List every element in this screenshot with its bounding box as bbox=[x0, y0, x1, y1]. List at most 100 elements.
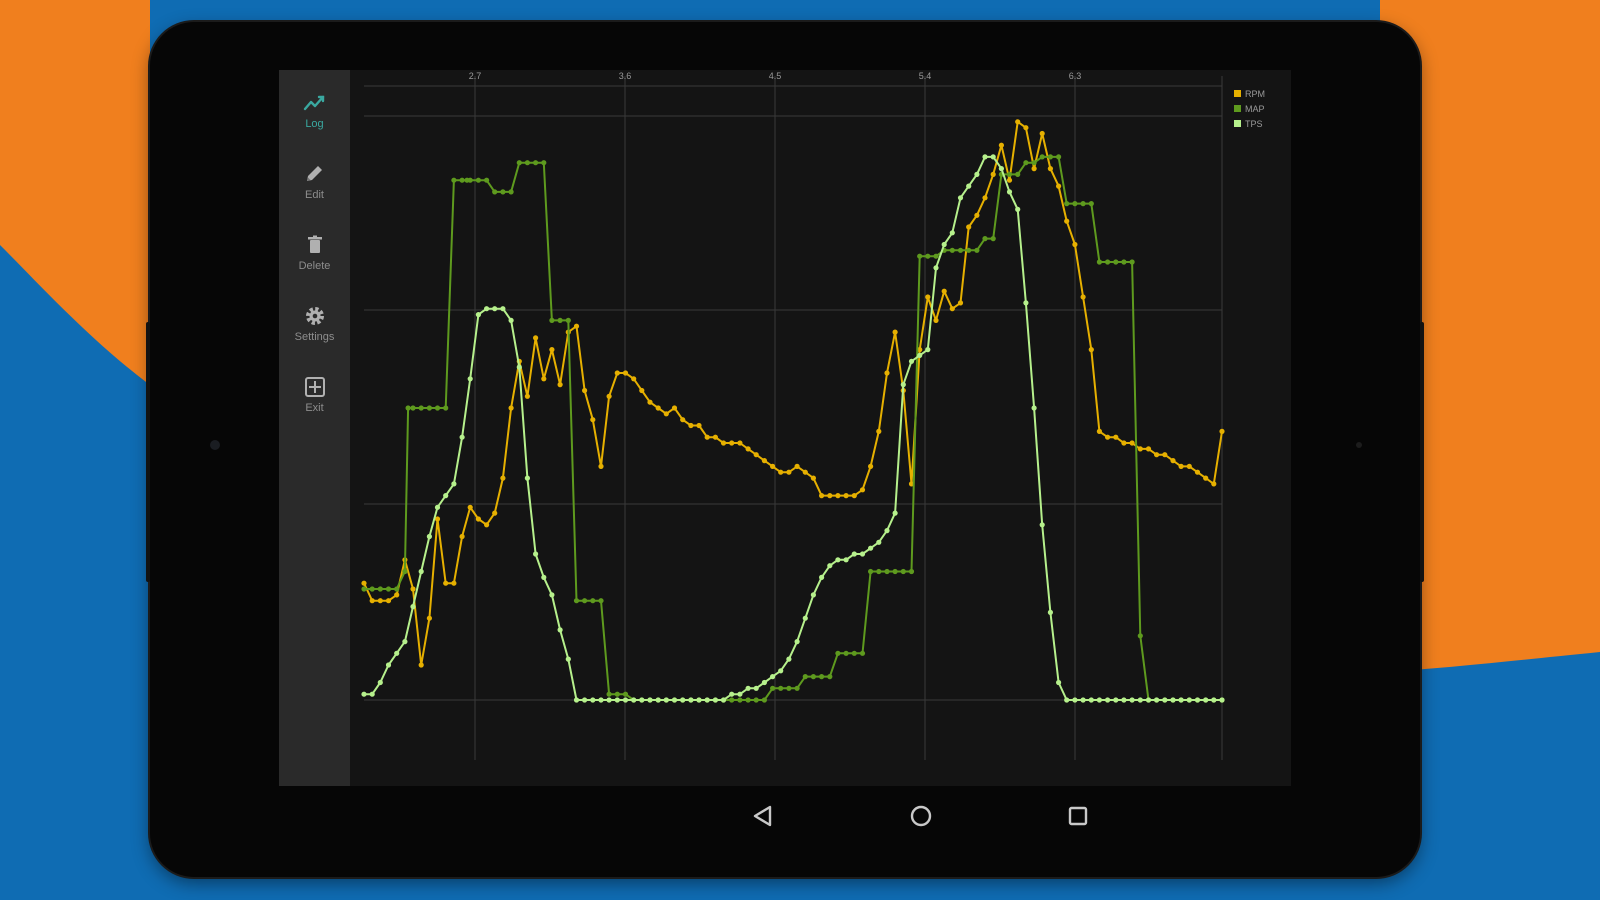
data-point-map bbox=[434, 405, 441, 411]
data-point-map bbox=[835, 650, 841, 656]
chart-grid: 2.7 3.6 4.5 5.4 6.3 bbox=[364, 71, 1223, 760]
data-point-map bbox=[582, 598, 588, 604]
tablet-sensor bbox=[1356, 442, 1362, 448]
data-point-rpm bbox=[1088, 347, 1094, 353]
recents-icon[interactable] bbox=[1060, 798, 1096, 834]
data-point-tps bbox=[737, 691, 743, 697]
data-point-tps bbox=[377, 679, 383, 686]
data-point-rpm bbox=[671, 405, 678, 411]
data-point-map bbox=[1137, 633, 1143, 639]
data-point-map bbox=[1023, 160, 1029, 166]
data-point-rpm bbox=[1096, 428, 1102, 434]
data-point-map bbox=[884, 568, 890, 575]
data-point-rpm bbox=[1047, 166, 1053, 172]
data-point-tps bbox=[361, 691, 367, 697]
trash-icon bbox=[307, 235, 322, 253]
data-point-tps bbox=[696, 697, 702, 703]
home-icon[interactable] bbox=[903, 798, 939, 834]
data-point-map bbox=[1096, 259, 1102, 265]
data-point-tps bbox=[1006, 189, 1013, 195]
data-point-map bbox=[500, 189, 506, 195]
data-point-tps bbox=[680, 697, 686, 703]
data-point-tps bbox=[688, 697, 694, 703]
data-point-map bbox=[933, 253, 939, 259]
data-point-tps bbox=[957, 195, 964, 201]
data-point-rpm bbox=[761, 458, 767, 464]
gear-icon bbox=[305, 307, 324, 325]
sidebar-item-edit[interactable]: Edit bbox=[279, 163, 350, 225]
chart-series bbox=[361, 119, 1225, 703]
data-point-tps bbox=[745, 685, 751, 691]
data-point-tps bbox=[418, 568, 424, 575]
data-point-map bbox=[1080, 201, 1086, 207]
data-point-map bbox=[451, 177, 457, 183]
sidebar-item-label: Settings bbox=[294, 331, 335, 343]
data-point-rpm bbox=[786, 469, 792, 475]
data-point-rpm bbox=[974, 212, 980, 218]
sidebar-item-delete[interactable]: Delete bbox=[279, 234, 350, 296]
data-point-tps bbox=[639, 697, 645, 703]
back-icon[interactable] bbox=[745, 798, 781, 834]
data-point-rpm bbox=[606, 393, 612, 399]
data-point-rpm bbox=[582, 387, 588, 394]
data-point-map bbox=[1031, 160, 1037, 166]
data-point-rpm bbox=[541, 376, 547, 382]
data-point-rpm bbox=[737, 440, 743, 446]
log-chart[interactable]: 2.7 3.6 4.5 5.4 6.3 RPM MAP TPS bbox=[350, 70, 1291, 786]
data-point-tps bbox=[565, 656, 571, 662]
sidebar-item-exit[interactable]: Exit bbox=[279, 376, 350, 438]
data-point-tps bbox=[884, 528, 890, 534]
data-point-tps bbox=[1145, 697, 1152, 703]
data-point-rpm bbox=[810, 475, 816, 481]
data-point-rpm bbox=[467, 504, 473, 510]
data-point-map bbox=[827, 674, 833, 680]
data-point-tps bbox=[1211, 697, 1217, 703]
data-point-map bbox=[598, 598, 604, 604]
chart-legend: RPM MAP TPS bbox=[1234, 89, 1265, 129]
sidebar-item-settings[interactable]: Settings bbox=[279, 305, 350, 367]
data-point-tps bbox=[647, 697, 653, 703]
data-point-rpm bbox=[712, 434, 718, 440]
data-point-tps bbox=[974, 171, 980, 177]
data-point-map bbox=[394, 586, 400, 592]
data-point-tps bbox=[582, 697, 588, 703]
data-point-tps bbox=[500, 306, 506, 312]
data-point-rpm bbox=[1023, 125, 1029, 131]
data-point-tps bbox=[1015, 206, 1021, 212]
data-point-map bbox=[492, 189, 498, 195]
data-point-tps bbox=[1186, 697, 1192, 703]
data-point-map bbox=[859, 650, 866, 656]
data-point-rpm bbox=[598, 463, 604, 469]
sidebar-item-label: Log bbox=[305, 118, 324, 130]
android-navbar bbox=[279, 786, 1291, 846]
data-point-rpm bbox=[696, 422, 702, 429]
data-point-tps bbox=[802, 615, 808, 621]
sidebar-item-log[interactable]: Log bbox=[279, 92, 350, 154]
data-point-map bbox=[1121, 259, 1127, 265]
data-point-rpm bbox=[966, 224, 972, 230]
data-point-tps bbox=[786, 656, 792, 662]
data-point-rpm bbox=[1039, 130, 1045, 137]
data-point-map bbox=[1072, 201, 1078, 207]
data-point-rpm bbox=[802, 469, 808, 475]
data-point-rpm bbox=[394, 592, 400, 598]
legend-swatch-rpm bbox=[1234, 90, 1241, 97]
legend-swatch-tps bbox=[1234, 120, 1241, 127]
data-point-tps bbox=[1105, 697, 1111, 703]
chart-area[interactable]: 2.7 3.6 4.5 5.4 6.3 RPM MAP TPS bbox=[350, 70, 1291, 786]
data-point-rpm bbox=[533, 335, 539, 341]
series-map bbox=[361, 154, 1225, 703]
data-point-rpm bbox=[451, 580, 457, 586]
data-point-tps bbox=[1080, 697, 1086, 703]
data-point-rpm bbox=[1194, 469, 1201, 475]
data-point-tps bbox=[533, 551, 539, 557]
x-tick-label: 2.7 bbox=[469, 71, 482, 81]
data-point-rpm bbox=[590, 417, 596, 423]
data-point-tps bbox=[835, 557, 841, 563]
data-point-tps bbox=[917, 352, 923, 358]
sidebar-item-label: Exit bbox=[305, 402, 324, 414]
data-point-rpm bbox=[704, 434, 710, 440]
sidebar-item-label: Delete bbox=[298, 260, 331, 272]
data-point-rpm bbox=[385, 598, 392, 604]
data-point-tps bbox=[778, 668, 784, 674]
